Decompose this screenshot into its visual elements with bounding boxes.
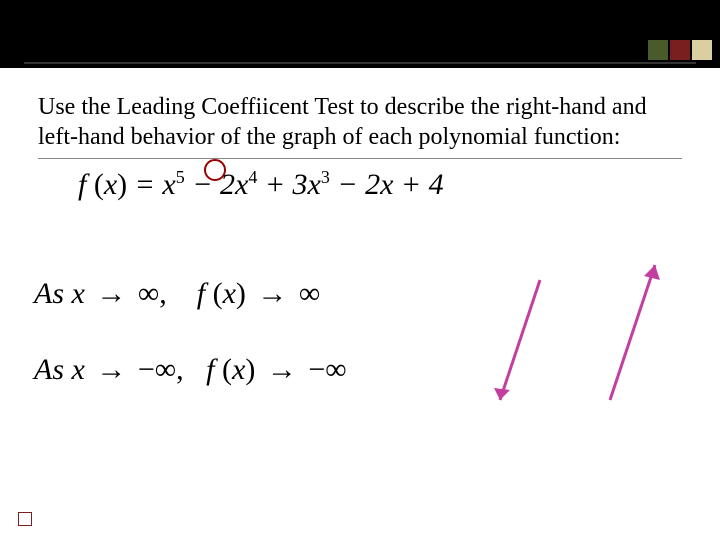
arrow-icon: → bbox=[263, 353, 301, 386]
end-behavior-line-1: As x → ∞, f (x) → ∞ bbox=[34, 277, 682, 311]
eb2-f: f (x) bbox=[206, 353, 255, 386]
eb1-prefix: As x bbox=[34, 277, 85, 310]
footer-accent-square bbox=[18, 512, 32, 526]
exp-5: 5 bbox=[176, 167, 185, 187]
accent-square-2 bbox=[670, 40, 690, 60]
eb2-f-target: −∞ bbox=[308, 353, 346, 386]
header-underline bbox=[24, 62, 696, 64]
end-behavior-line-2: As x → −∞, f (x) → −∞ bbox=[34, 353, 682, 387]
arrow-icon: → bbox=[253, 277, 291, 310]
arrow-icon: → bbox=[92, 353, 130, 386]
eb1-f-target: ∞ bbox=[299, 277, 320, 310]
polynomial-expression: f (x) = x5 − 2x4 + 3x3 − 2x + 4 bbox=[78, 167, 682, 217]
eb1-x-target: ∞, bbox=[138, 277, 167, 310]
question-text: Use the Leading Coeffiicent Test to desc… bbox=[38, 92, 682, 159]
formula-rhs: x5 − 2x4 + 3x3 − 2x + 4 bbox=[162, 168, 443, 201]
accent-square-3 bbox=[692, 40, 712, 60]
eb1-f: f (x) bbox=[197, 277, 246, 310]
header-accent-squares bbox=[648, 40, 712, 60]
accent-square-1 bbox=[648, 40, 668, 60]
polynomial-formula: f (x) = x5 − 2x4 + 3x3 − 2x + 4 bbox=[78, 168, 444, 201]
formula-lhs: f (x) = bbox=[78, 168, 162, 201]
left-end-arrowhead bbox=[494, 388, 510, 400]
slide-header-bar bbox=[0, 0, 720, 68]
arrow-icon: → bbox=[92, 277, 130, 310]
slide-content: Use the Leading Coeffiicent Test to desc… bbox=[0, 68, 720, 387]
eb2-prefix: As x bbox=[34, 353, 85, 386]
end-behavior-block: As x → ∞, f (x) → ∞ As x → −∞, f (x) → −… bbox=[34, 277, 682, 387]
eb2-x-target: −∞, bbox=[138, 353, 184, 386]
